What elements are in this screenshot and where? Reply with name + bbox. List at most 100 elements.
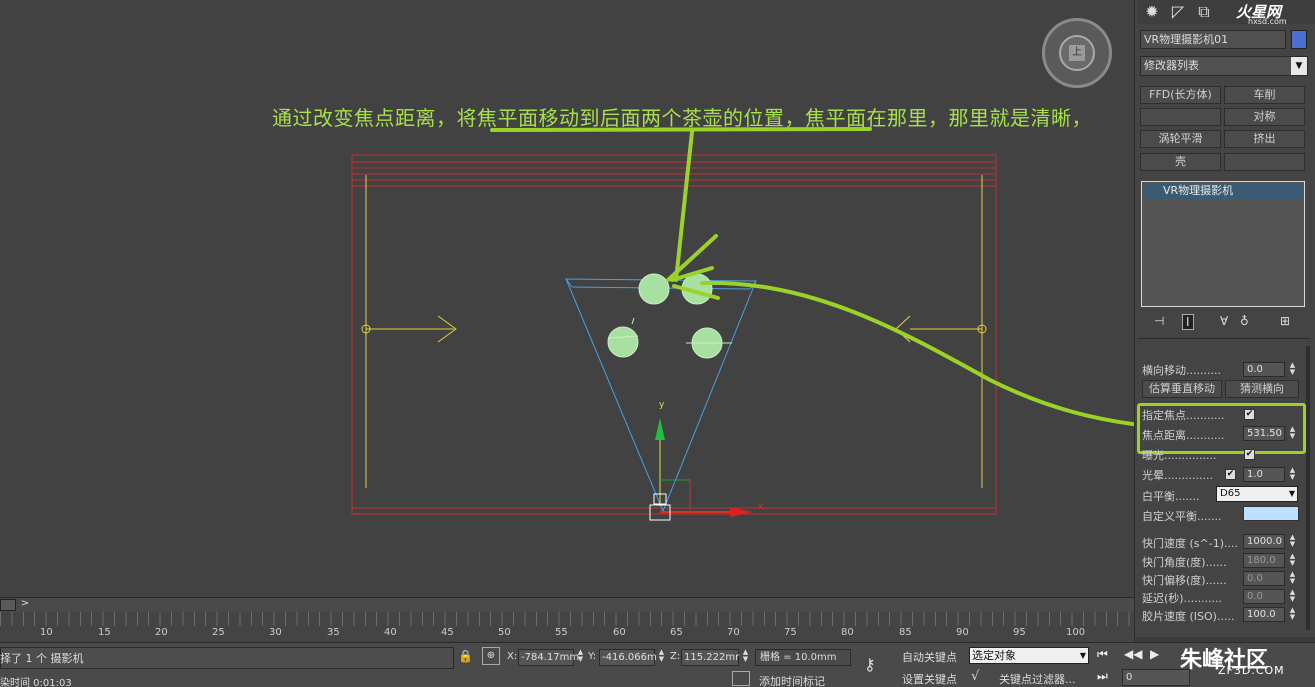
grid-size-text: 栅格 = 10.0mm xyxy=(755,649,851,666)
x-coord-input[interactable]: -784.17mm xyxy=(518,649,579,666)
remove-modifier-icon[interactable]: ♁ xyxy=(1240,314,1249,328)
guess-vertical-shift-button[interactable]: 估算垂直移动 xyxy=(1142,380,1222,398)
divider xyxy=(1138,338,1310,339)
z-coord-input[interactable]: 115.222mr xyxy=(681,649,739,666)
modifier-list-dropdown[interactable]: 修改器列表 ▼ xyxy=(1140,56,1308,76)
y-coord-input[interactable]: -416.066m xyxy=(599,649,657,666)
y-coord-spinner[interactable]: ▲ ▼ xyxy=(657,649,666,664)
viewport-scene: y x xyxy=(351,127,1134,521)
chevron-down-icon[interactable]: ▼ xyxy=(1291,57,1307,75)
tick-label: 30 xyxy=(269,627,282,638)
modifier-button-symmetry[interactable]: 对称 xyxy=(1224,108,1305,126)
command-panel-tabs: ✹ ◸ ⧉ xyxy=(1137,0,1315,24)
perspective-viewport[interactable]: y x 通过改变焦点距离，将焦平面移动到后面两个茶壶的位置，焦平面在那里，那里就… xyxy=(0,0,1134,597)
light-guides xyxy=(361,175,987,488)
lateral-shift-label: 横向移动.......... xyxy=(1142,364,1221,377)
next-frame-button[interactable]: > xyxy=(17,598,33,612)
camera-frustum xyxy=(565,278,757,513)
tick-label: 40 xyxy=(384,627,397,638)
shutter-angle-spinner[interactable]: ▲ ▼ xyxy=(1288,553,1297,568)
latency-spinner[interactable]: ▲ ▼ xyxy=(1288,589,1297,604)
modifier-button-empty-1[interactable] xyxy=(1140,108,1221,126)
modifier-button-empty-2[interactable] xyxy=(1224,153,1305,171)
modifier-button-shell[interactable]: 壳 xyxy=(1140,153,1221,171)
custom-balance-label: 自定义平衡....... xyxy=(1142,510,1222,523)
film-iso-input[interactable]: 100.0 xyxy=(1243,607,1285,622)
viewcube-top-face[interactable]: 上 xyxy=(1069,45,1085,61)
modifier-button-lathe[interactable]: 车削 xyxy=(1224,86,1305,104)
tick-label: 85 xyxy=(899,627,912,638)
key-filter-icon[interactable]: √ xyxy=(971,669,979,684)
shutter-angle-input[interactable]: 180.0 xyxy=(1243,553,1285,568)
exposure-checkbox[interactable]: ✔ xyxy=(1244,449,1255,460)
previous-frame-icon[interactable]: ◀◀ xyxy=(1124,647,1142,661)
time-slider-handle[interactable] xyxy=(0,599,16,611)
modify-tab-icon[interactable]: ◸ xyxy=(1167,2,1189,22)
modifier-stack[interactable]: VR物理摄影机 xyxy=(1141,181,1305,307)
set-key-button[interactable]: 设置关键点 xyxy=(902,671,957,687)
show-end-result-icon[interactable]: I xyxy=(1182,314,1194,330)
key-filters-button[interactable]: 关键点过滤器... xyxy=(999,671,1076,687)
make-unique-icon[interactable]: ∀ xyxy=(1220,314,1228,328)
modifier-button-turbosmooth[interactable]: 涡轮平滑 xyxy=(1140,130,1221,148)
modifier-list-label: 修改器列表 xyxy=(1144,59,1199,72)
3dsmax-window: y x 通过改变焦点距离，将焦平面移动到后面两个茶壶的位置，焦平面在那里，那里就… xyxy=(0,0,1315,687)
absolute-mode-icon[interactable]: ⊕ xyxy=(482,647,500,665)
latency-input[interactable]: 0.0 xyxy=(1243,589,1285,604)
selection-lock-icon[interactable]: 🔒 xyxy=(458,649,473,663)
shutter-speed-input[interactable]: 1000.0 xyxy=(1243,534,1285,549)
panel-scrollbar[interactable] xyxy=(1306,346,1310,630)
shutter-offset-spinner[interactable]: ▲ ▼ xyxy=(1288,571,1297,586)
object-name-field[interactable]: VR物理摄影机01 xyxy=(1140,30,1286,49)
axis-x-label: x xyxy=(758,502,764,512)
time-slider[interactable]: > xyxy=(0,597,1134,612)
stack-item-vr-camera[interactable]: VR物理摄影机 xyxy=(1143,183,1303,199)
tick-label: 50 xyxy=(498,627,511,638)
selection-set-select[interactable]: 选定对象 ▼ xyxy=(969,647,1089,664)
shutter-speed-spinner[interactable]: ▲ ▼ xyxy=(1288,534,1297,549)
guess-lateral-shift-button[interactable]: 猜测横向 xyxy=(1225,380,1299,398)
create-tab-icon[interactable]: ✹ xyxy=(1141,2,1163,22)
hierarchy-tab-icon[interactable]: ⧉ xyxy=(1193,2,1215,22)
annotation-text-underlined: 将焦平面移动到后面两个茶壶的位置 xyxy=(456,106,785,130)
white-balance-select[interactable]: D65 ▼ xyxy=(1216,486,1298,502)
track-bar[interactable]: 10 15 20 25 30 35 40 45 50 55 60 65 70 7… xyxy=(0,612,1134,642)
tick-label: 35 xyxy=(327,627,340,638)
lateral-shift-input[interactable]: 0.0 xyxy=(1243,362,1285,377)
y-coord-label: Y: xyxy=(588,651,597,662)
status-bar: 择了 1 个 摄影机 染时间 0:01:03 🔒 ⊕ X: -784.17mm … xyxy=(0,642,1315,687)
x-coord-spinner[interactable]: ▲ ▼ xyxy=(576,649,585,664)
selection-status-text: 择了 1 个 摄影机 xyxy=(0,652,84,665)
object-color-swatch[interactable] xyxy=(1291,30,1307,49)
tick-label: 55 xyxy=(555,627,568,638)
vignetting-checkbox[interactable]: ✔ xyxy=(1225,469,1236,480)
key-mode-icon[interactable]: ⏭ xyxy=(1097,669,1108,684)
tick-label: 65 xyxy=(670,627,683,638)
pin-stack-icon[interactable]: ⊣ xyxy=(1154,314,1164,328)
modifier-button-extrude[interactable]: 挤出 xyxy=(1224,130,1305,148)
custom-balance-color-swatch[interactable] xyxy=(1243,506,1299,521)
tick-label: 100 xyxy=(1066,627,1086,638)
add-time-tag-icon[interactable] xyxy=(732,671,750,686)
vignetting-input[interactable]: 1.0 xyxy=(1243,467,1285,482)
z-coord-spinner[interactable]: ▲ ▼ xyxy=(741,649,750,664)
z-coord-label: Z: xyxy=(670,651,681,662)
stack-toolbar: ⊣ I ∀ ♁ ⊞ xyxy=(1142,314,1306,332)
configure-sets-icon[interactable]: ⊞ xyxy=(1280,314,1290,328)
shutter-offset-input[interactable]: 0.0 xyxy=(1243,571,1285,586)
modifier-button-ffd[interactable]: FFD(长方体) xyxy=(1140,86,1221,104)
film-iso-spinner[interactable]: ▲ ▼ xyxy=(1288,607,1297,622)
key-icon[interactable]: ⚷ xyxy=(864,655,876,674)
play-icon[interactable]: ▶ xyxy=(1150,647,1159,661)
vignetting-label: 光晕.............. xyxy=(1142,469,1213,482)
add-time-tag-label[interactable]: 添加时间标记 xyxy=(759,673,825,687)
watermark-community-url: ZF3D.COM xyxy=(1218,664,1285,677)
tick-label: 70 xyxy=(727,627,740,638)
auto-key-button[interactable]: 自动关键点 xyxy=(902,649,957,665)
viewcube[interactable]: 上 xyxy=(1042,18,1112,88)
go-to-start-icon[interactable]: ⏮ xyxy=(1097,647,1108,662)
lateral-shift-spinner[interactable]: ▲ ▼ xyxy=(1288,362,1297,377)
chevron-down-icon: ▼ xyxy=(1288,489,1295,498)
latency-label: 延迟(秒)........... xyxy=(1142,592,1223,605)
vignetting-spinner[interactable]: ▲ ▼ xyxy=(1288,467,1297,482)
